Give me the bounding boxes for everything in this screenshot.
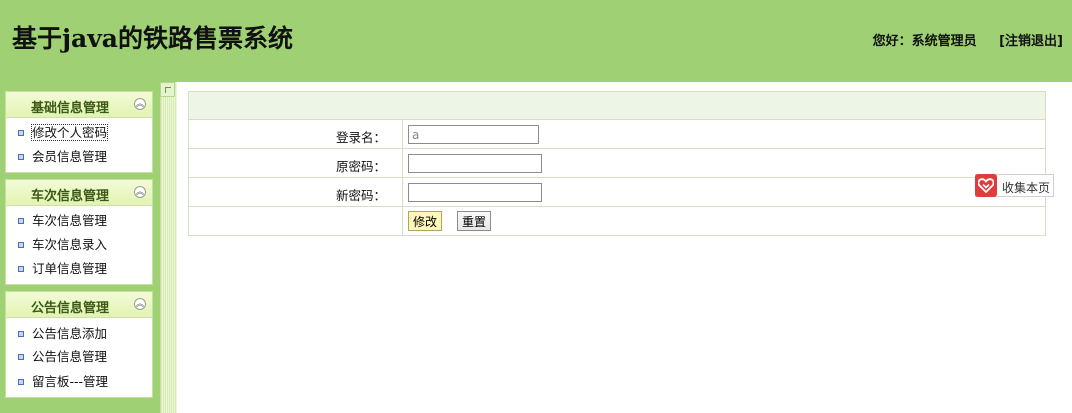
square-bullet-icon [18,378,24,385]
field-label: 登录名： [189,120,403,148]
bookmark-page-button[interactable]: 收集本页 [975,174,1054,197]
sidebar-item-label: 会员信息管理 [32,149,108,164]
square-bullet-icon [18,153,24,160]
menu-group-header[interactable]: 公告信息管理 ︽ [6,292,152,318]
sidebar-item-guestbook[interactable]: 留言板---管理 [18,374,108,390]
menu-group-notices: 公告信息管理 ︽ 公告信息添加 公告信息管理 留言板---管理 [5,291,153,398]
reset-button[interactable]: 重置 [457,211,492,231]
old-password-input[interactable] [408,154,542,173]
sidebar-item-train-manage[interactable]: 车次信息管理 [18,213,107,229]
logout-link[interactable]: [注销退出] [999,34,1063,49]
double-chevron-up-icon[interactable]: ︽ [134,98,146,110]
sidebar-item-label: 修改个人密码 [30,124,109,141]
sidebar-item-label: 订单信息管理 [32,261,108,276]
sidebar-toggle-icon[interactable] [160,82,175,97]
change-password-form: 登录名： 原密码： 新密码： 修改 重置 [188,91,1046,236]
bookmark-label: 收集本页 [1002,181,1051,195]
header-bar: 基于java的铁路售票系统 您好：系统管理员 [注销退出] [0,0,1072,82]
square-bullet-icon [18,330,24,337]
sidebar-item-members[interactable]: 会员信息管理 [18,149,107,165]
heart-icon [975,174,997,197]
sidebar-item-change-password[interactable]: 修改个人密码 [18,124,109,141]
menu-group-title: 公告信息管理 [30,301,109,316]
sidebar-item-label: 车次信息录入 [32,237,108,252]
square-bullet-icon [18,129,24,136]
double-chevron-up-icon[interactable]: ︽ [134,186,146,198]
user-greeting: 您好：系统管理员 [872,34,977,49]
double-chevron-up-icon[interactable]: ︽ [134,298,146,310]
sidebar-item-train-entry[interactable]: 车次信息录入 [18,237,107,253]
sidebar-item-notice-add[interactable]: 公告信息添加 [18,326,107,342]
form-row-new-password: 新密码： [189,178,1045,207]
sidebar-item-label: 公告信息管理 [32,349,108,364]
form-row-actions: 修改 重置 [189,207,1045,235]
sidebar-item-label: 公告信息添加 [32,326,108,341]
menu-group-header[interactable]: 基础信息管理 ︽ [6,92,152,118]
square-bullet-icon [18,353,24,360]
user-bar: 您好：系统管理员 [注销退出] [873,30,1063,49]
square-bullet-icon [18,265,24,272]
site-title: 基于java的铁路售票系统 [12,24,293,53]
menu-group-basic: 基础信息管理 ︽ 修改个人密码 会员信息管理 [5,91,153,173]
new-password-input[interactable] [408,183,542,202]
sidebar-item-label: 车次信息管理 [32,213,108,228]
menu-group-title: 车次信息管理 [30,189,109,204]
square-bullet-icon [18,217,24,224]
form-row-username: 登录名： [189,120,1045,149]
sidebar-divider [160,82,177,413]
sidebar-item-orders[interactable]: 订单信息管理 [18,261,107,277]
square-bullet-icon [18,241,24,248]
menu-group-header[interactable]: 车次信息管理 ︽ [6,180,152,206]
field-label [189,207,403,235]
field-label: 原密码： [189,149,403,177]
menu-group-title: 基础信息管理 [30,101,109,116]
sidebar-item-label: 留言板---管理 [32,374,109,389]
sidebar-item-notice-manage[interactable]: 公告信息管理 [18,349,107,365]
form-header [189,92,1045,120]
submit-button[interactable]: 修改 [408,211,443,231]
form-row-old-password: 原密码： [189,149,1045,178]
username-input[interactable] [408,125,539,144]
menu-group-trains: 车次信息管理 ︽ 车次信息管理 车次信息录入 订单信息管理 [5,179,153,285]
field-label: 新密码： [189,178,403,206]
